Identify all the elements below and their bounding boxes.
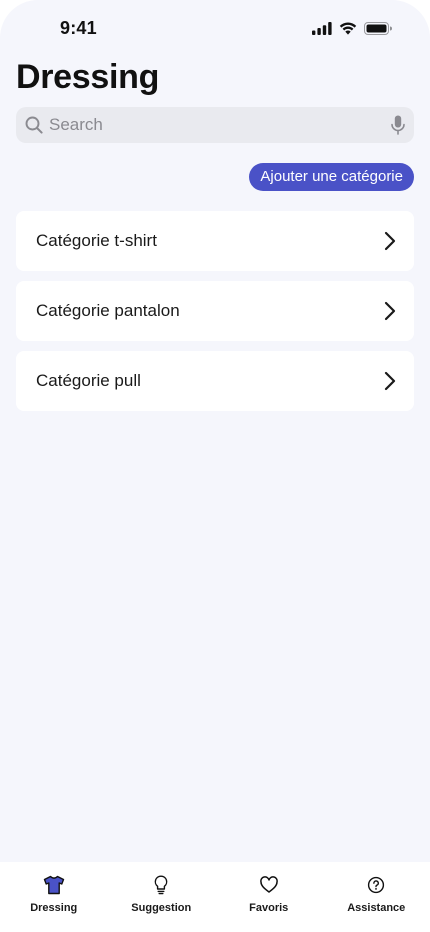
chevron-right-icon <box>384 301 396 321</box>
page-title: Dressing <box>16 58 160 96</box>
tab-favoris[interactable]: Favoris <box>215 862 323 932</box>
wifi-icon <box>339 22 357 35</box>
status-icons <box>312 20 392 36</box>
app-screen: 9:41 Dressing Search Ajouter une catégor… <box>0 0 430 932</box>
search-icon <box>25 116 43 134</box>
battery-icon <box>364 21 392 35</box>
tab-dressing[interactable]: Dressing <box>0 862 108 932</box>
category-row-pantalon[interactable]: Catégorie pantalon <box>16 281 414 341</box>
lightbulb-icon <box>154 875 168 895</box>
chevron-right-icon <box>384 231 396 251</box>
tab-suggestion[interactable]: Suggestion <box>108 862 216 932</box>
category-label: Catégorie t-shirt <box>36 231 157 250</box>
chevron-right-icon <box>384 371 396 391</box>
add-category-button[interactable]: Ajouter une catégorie <box>249 163 414 191</box>
search-bar[interactable] <box>16 107 414 143</box>
tab-bar: Dressing Suggestion Favoris Assistance <box>0 862 430 932</box>
signal-icon <box>312 21 332 35</box>
tab-label: Suggestion <box>131 902 192 914</box>
category-list: Catégorie t-shirt Catégorie pantalon Cat… <box>16 211 414 421</box>
microphone-icon[interactable] <box>391 115 405 135</box>
tab-label: Assistance <box>347 902 406 914</box>
tshirt-icon <box>43 875 64 895</box>
tab-label: Favoris <box>249 902 289 914</box>
category-row-pull[interactable]: Catégorie pull <box>16 351 414 411</box>
status-bar: 9:41 <box>0 0 430 58</box>
category-row-tshirt[interactable]: Catégorie t-shirt <box>16 211 414 271</box>
search-input[interactable] <box>49 107 389 143</box>
tab-assistance[interactable]: Assistance <box>323 862 430 932</box>
category-label: Catégorie pull <box>36 371 141 390</box>
tab-label: Dressing <box>30 902 78 914</box>
heart-icon <box>259 876 278 893</box>
status-time: 9:41 <box>60 18 97 38</box>
category-label: Catégorie pantalon <box>36 301 180 320</box>
help-circle-icon <box>368 876 385 894</box>
